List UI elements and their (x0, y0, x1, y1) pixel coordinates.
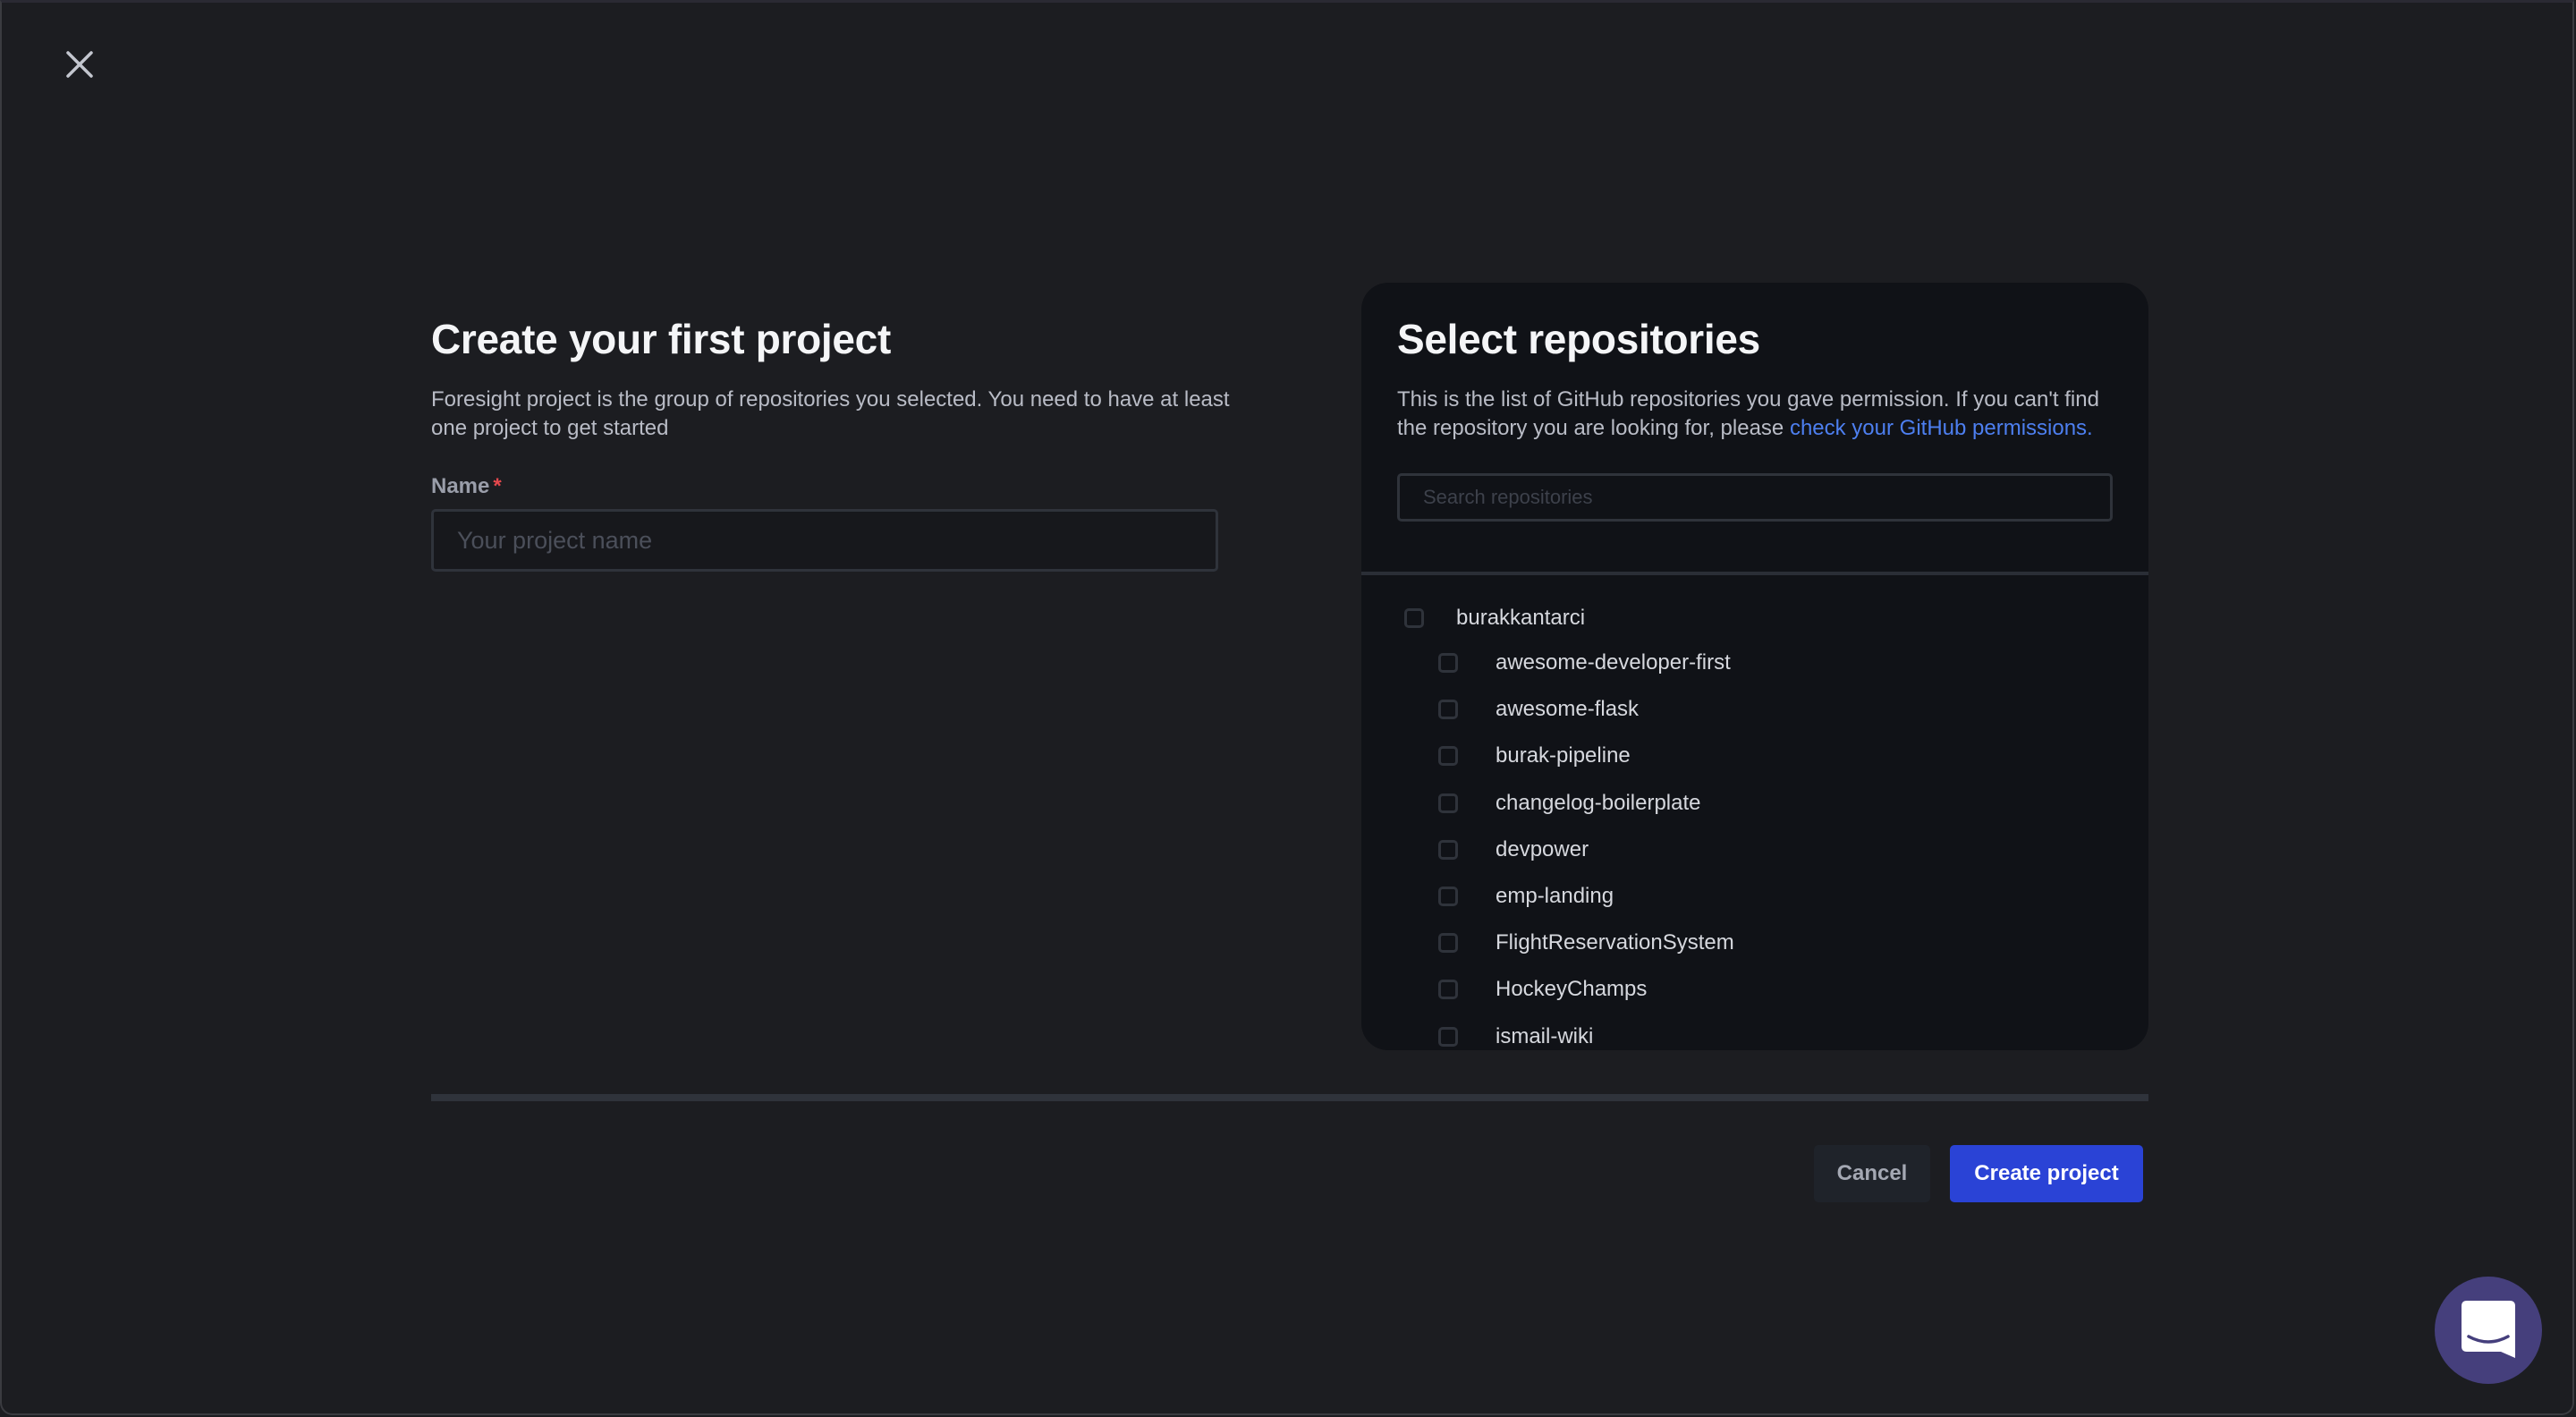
page-description: Foresight project is the group of reposi… (431, 387, 1230, 440)
repo-checkbox[interactable] (1438, 700, 1458, 720)
repo-checkbox[interactable] (1438, 1026, 1458, 1047)
repo-name: ismail-wiki (1496, 1023, 1594, 1048)
repo-checkbox[interactable] (1438, 653, 1458, 673)
create-project-button[interactable]: Create project (1950, 1145, 2143, 1202)
repo-checkbox[interactable] (1438, 887, 1458, 906)
project-form: Create your first project Foresight proj… (431, 307, 1230, 572)
repo-checkbox[interactable] (1438, 746, 1458, 767)
repo-name: awesome-developer-first (1496, 650, 1731, 675)
repo-checkbox[interactable] (1438, 980, 1458, 1000)
name-label-text: Name (431, 474, 490, 498)
repo-row[interactable]: burak-pipeline (1438, 738, 1631, 774)
panel-title: Select repositories (1397, 316, 1760, 362)
repo-checkbox[interactable] (1438, 933, 1458, 954)
owner-name: burakkantarci (1456, 606, 1586, 630)
repo-row[interactable]: ismail-wiki (1438, 1019, 1593, 1050)
repo-name: emp-landing (1496, 884, 1614, 908)
repo-name: burak-pipeline (1496, 743, 1631, 768)
repository-panel: Select repositories This is the list of … (1361, 283, 2148, 1050)
panel-description: This is the list of GitHub repositories … (1397, 386, 2113, 443)
repo-row[interactable]: awesome-developer-first (1438, 645, 1731, 681)
project-name-input[interactable] (431, 509, 1218, 572)
repo-row[interactable]: changelog-boilerplate (1438, 785, 1701, 821)
repo-name: FlightReservationSystem (1496, 930, 1734, 955)
repo-checkbox[interactable] (1438, 839, 1458, 860)
repository-panel-header: Select repositories This is the list of … (1361, 283, 2148, 575)
required-marker: * (493, 474, 502, 498)
repo-name: awesome-flask (1496, 697, 1640, 722)
footer-divider (431, 1094, 2148, 1101)
modal-window: Create your first project Foresight proj… (0, 0, 2574, 1415)
chat-widget-button[interactable] (2435, 1277, 2542, 1384)
repo-row[interactable]: FlightReservationSystem (1438, 925, 1734, 961)
page-title: Create your first project (431, 316, 891, 362)
github-permissions-link[interactable]: check your GitHub permissions. (1790, 416, 2093, 440)
repo-row[interactable]: emp-landing (1438, 878, 1614, 914)
repo-row[interactable]: HockeyChamps (1438, 972, 1647, 1007)
cancel-button[interactable]: Cancel (1814, 1145, 1930, 1202)
name-field-label: Name * (431, 473, 1218, 500)
repo-checkbox[interactable] (1438, 793, 1458, 813)
close-button[interactable] (63, 47, 97, 81)
repository-list[interactable]: burakkantarci awesome-developer-first awe… (1361, 579, 2148, 1050)
owner-row[interactable]: burakkantarci (1404, 600, 1585, 636)
repo-name: changelog-boilerplate (1496, 790, 1701, 815)
search-repositories-input[interactable] (1397, 473, 2113, 522)
repo-name: devpower (1496, 836, 1589, 861)
chat-bubble-icon (2462, 1301, 2515, 1358)
repo-row[interactable]: awesome-flask (1438, 692, 1639, 727)
owner-checkbox[interactable] (1404, 608, 1424, 628)
repo-row[interactable]: devpower (1438, 832, 1589, 868)
repo-name: HockeyChamps (1496, 977, 1648, 1002)
close-icon (66, 51, 93, 78)
